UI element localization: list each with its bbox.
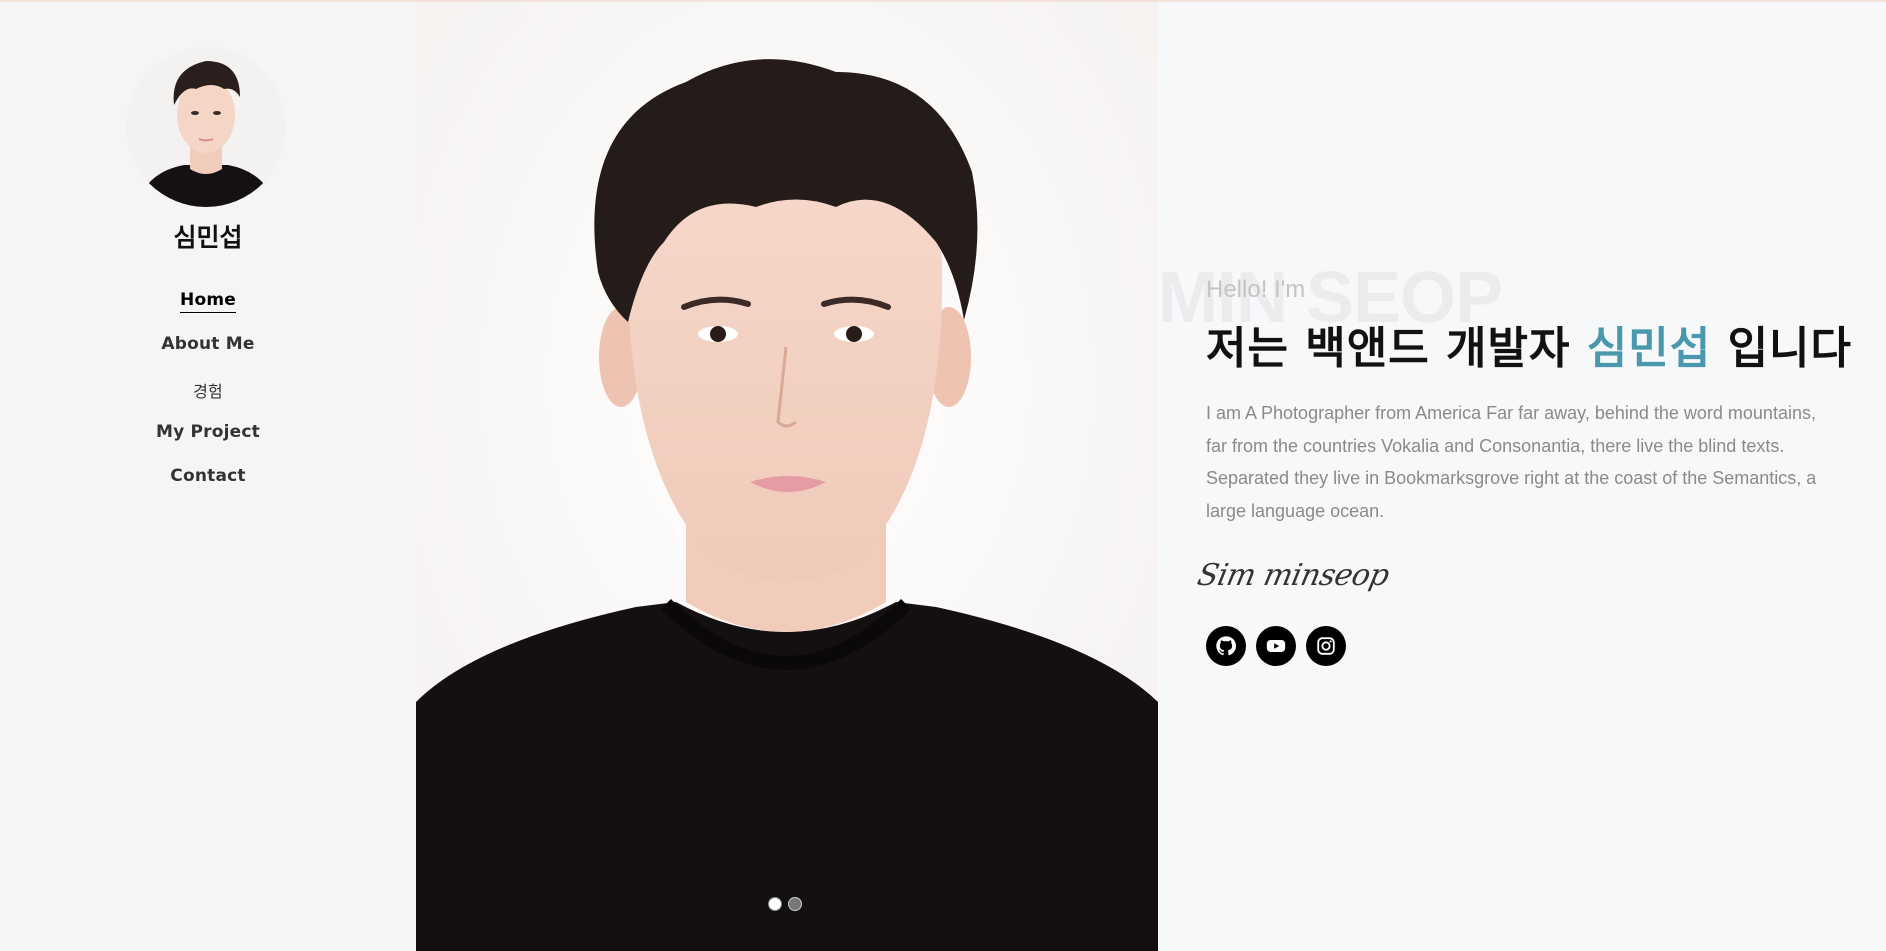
instagram-icon: [1317, 637, 1335, 655]
avatar-portrait-image: [126, 47, 286, 207]
intro-description: I am A Photographer from America Far far…: [1206, 403, 1817, 521]
nav-contact[interactable]: Contact: [170, 466, 245, 488]
signature: Sim minseop: [1194, 558, 1393, 593]
main-nav: Home About Me 경험 My Project Contact: [0, 290, 416, 510]
nav-my-project[interactable]: My Project: [156, 422, 260, 444]
profile-name: 심민섭: [173, 223, 243, 252]
slider-dot-2[interactable]: [788, 897, 802, 911]
instagram-link[interactable]: [1306, 626, 1346, 666]
nav-experience[interactable]: 경험: [193, 378, 223, 404]
avatar: [126, 47, 286, 207]
hero-portrait-image: [416, 2, 1158, 951]
social-links: [1206, 626, 1346, 666]
headline-suffix: 입니다: [1711, 323, 1853, 374]
headline-name: 심민섭: [1586, 323, 1712, 374]
youtube-icon: [1266, 640, 1286, 652]
github-icon: [1216, 636, 1237, 656]
nav-about-me[interactable]: About Me: [161, 334, 254, 356]
youtube-link[interactable]: [1256, 626, 1296, 666]
hero-slider: [416, 2, 1158, 951]
headline-prefix: 저는 백앤드 개발자: [1206, 323, 1587, 374]
greeting-text: Hello! I'm: [1206, 276, 1306, 303]
slider-dot-1[interactable]: [768, 897, 782, 911]
intro-section: MIN SEOP Hello! I'm 저는 백앤드 개발자 심민섭 입니다 I…: [1158, 2, 1886, 951]
nav-home[interactable]: Home: [180, 290, 236, 313]
slider-pagination: [768, 897, 802, 911]
sidebar: 심민섭 Home About Me 경험 My Project Contact: [0, 2, 416, 951]
headline: 저는 백앤드 개발자 심민섭 입니다: [1206, 312, 1852, 376]
github-link[interactable]: [1206, 626, 1246, 666]
